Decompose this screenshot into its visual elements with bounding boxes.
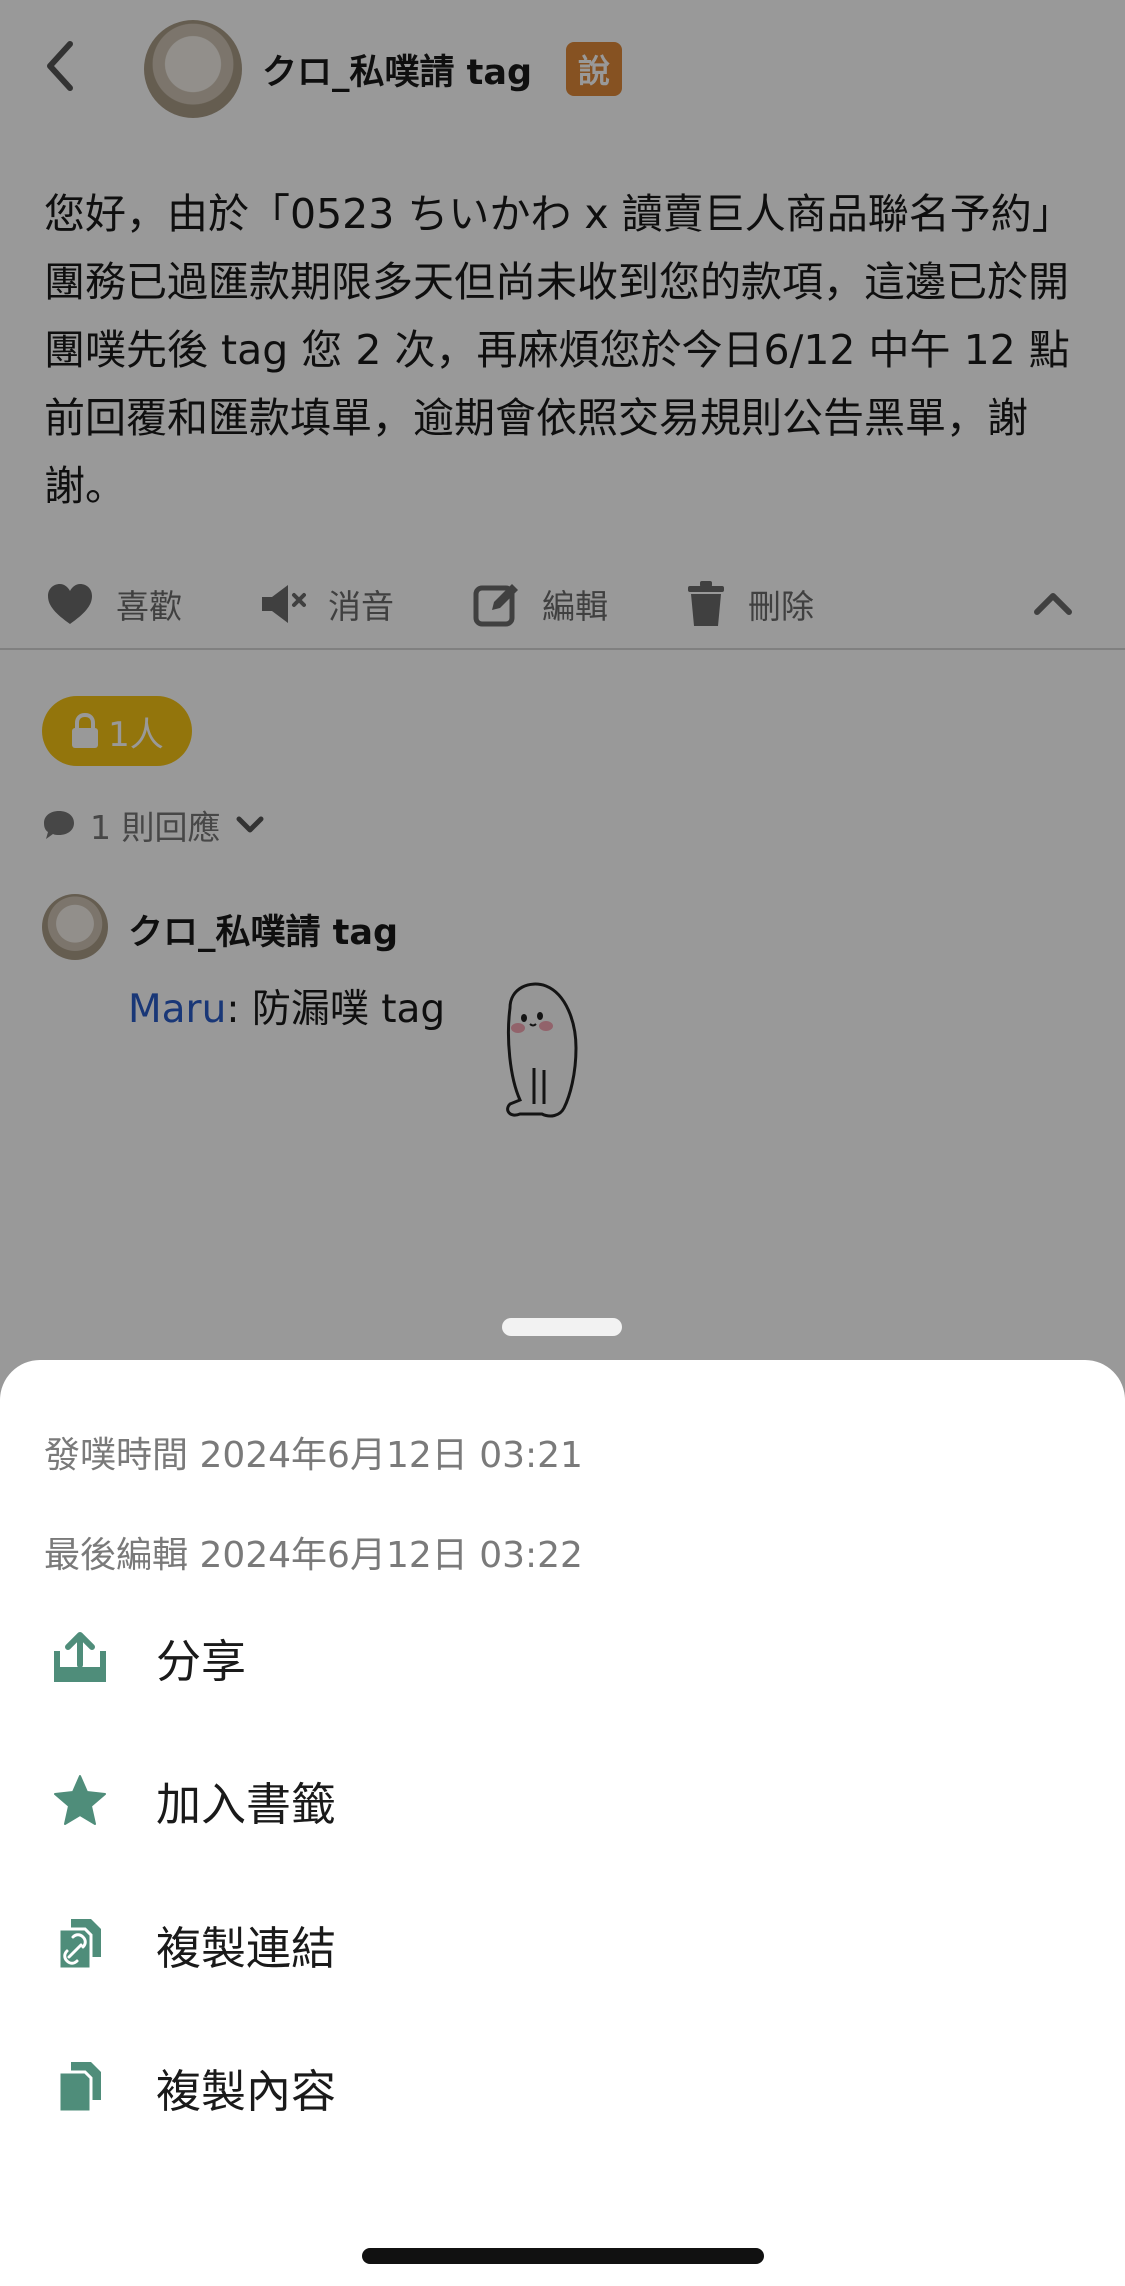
menu-label-copy-link: 複製連結 — [156, 1921, 337, 1975]
edited-time: 最後編輯 2024年6月12日 03:22 — [44, 1535, 583, 1576]
menu-item-copy-content[interactable]: 複製內容 — [0, 2027, 1125, 2147]
action-sheet: 發噗時間 2024年6月12日 03:21 最後編輯 2024年6月12日 03… — [0, 1360, 1125, 2286]
share-icon — [54, 1632, 106, 1682]
copy-link-icon — [57, 1919, 101, 1971]
sheet-grabber[interactable] — [502, 1318, 622, 1336]
menu-label-bookmark: 加入書籤 — [156, 1777, 337, 1831]
menu-item-share[interactable]: 分享 — [0, 1597, 1125, 1717]
menu-label-share: 分享 — [156, 1634, 247, 1688]
menu-item-bookmark[interactable]: 加入書籤 — [0, 1740, 1125, 1860]
menu-label-copy-content: 複製內容 — [156, 2064, 337, 2118]
star-icon — [54, 1775, 106, 1825]
copy-content-icon — [57, 2062, 101, 2114]
posted-time: 發噗時間 2024年6月12日 03:21 — [44, 1435, 583, 1476]
home-indicator[interactable] — [362, 2248, 764, 2264]
menu-item-copy-link[interactable]: 複製連結 — [0, 1884, 1125, 2004]
